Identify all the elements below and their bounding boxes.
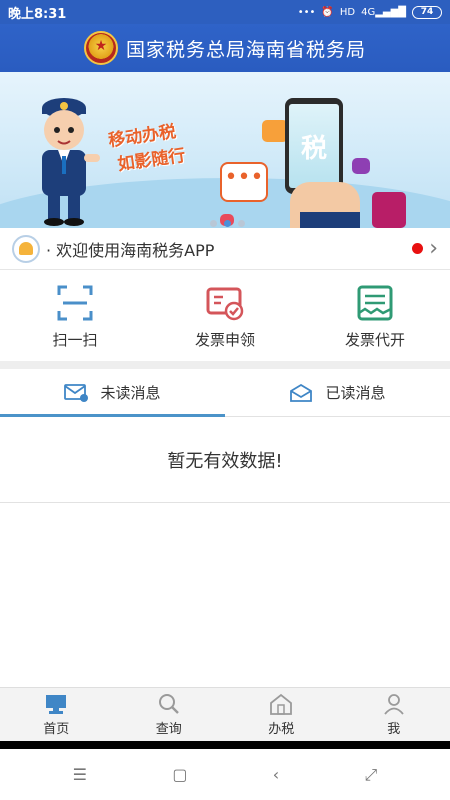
recent-apps-icon[interactable]: ⤢ [365,765,378,785]
tab-unread-label: 未读消息 [100,384,161,402]
menu-icon[interactable]: ☰ [73,765,87,784]
sleeve-illustration [300,212,360,228]
search-icon [158,693,179,714]
national-emblem-icon [83,31,118,65]
carousel-dot[interactable] [210,220,217,227]
battery-icon: 74 [412,5,442,19]
system-nav-bar: ☰ ▢ ‹ ⤢ [0,749,450,800]
nav-home-label: 首页 [43,721,70,737]
home-button-icon[interactable]: ▢ [172,765,187,784]
app-header: 国家税务总局海南省税务局 [0,24,450,72]
message-tabs: 未读消息 已读消息 [0,369,450,417]
tax-officer-illustration [42,98,100,226]
invoice-apply-button[interactable]: 发票申领 [155,283,295,350]
tab-unread-messages[interactable]: 未读消息 [0,369,225,417]
phone-screen-icon [372,192,406,228]
carousel-indicator [210,220,245,227]
tab-read-label: 已读消息 [325,384,386,402]
nav-me-label: 我 [387,721,401,737]
chat-bubble-icon: ••• [220,162,268,202]
nav-item-tax[interactable]: 办税 [225,688,338,741]
empty-state-message: 暂无有效数据! [0,417,450,503]
carousel-dot[interactable] [238,220,245,227]
invoice-apply-icon [206,287,244,320]
tax-office-icon [270,693,293,715]
status-icons: ••• ⏰ HD 4G▂▄▆█ 74 [297,5,442,19]
nav-query-label: 查询 [155,721,182,737]
nav-item-home[interactable]: 首页 [0,688,113,741]
user-icon [384,693,404,715]
notice-bar[interactable]: · 欢迎使用海南税务APP › [0,228,450,270]
signal-icon: 4G▂▄▆█ [361,6,406,18]
scan-button[interactable]: 扫一扫 [5,283,145,350]
notice-text: · 欢迎使用海南税务APP [46,240,215,260]
screen-edge [0,741,450,749]
unread-mail-icon [64,383,89,402]
alarm-icon: ⏰ [321,6,334,18]
invoice-issue-icon [357,285,393,320]
status-time: 晚上8:31 [8,6,67,22]
section-divider [0,361,450,369]
scan-label: 扫一扫 [52,330,98,349]
bell-icon [12,234,40,263]
status-bar: 晚上8:31 ••• ⏰ HD 4G▂▄▆█ 74 [0,0,450,24]
nav-tax-label: 办税 [268,721,295,737]
bottom-nav: 首页 查询 办税 我 [0,687,450,741]
chevron-right-icon[interactable]: › [429,237,438,260]
read-mail-icon [290,383,313,402]
carousel-dot-active[interactable] [224,220,231,227]
hd-icon: HD [339,6,356,18]
banner-carousel[interactable]: 移动办税 如影随行 ••• 税 [0,72,450,228]
phone-illustration: 税 [285,98,343,194]
home-screen-icon [46,694,67,714]
unread-dot-icon [412,243,424,254]
banner-slogan: 移动办税 如影随行 [107,121,187,176]
invoice-apply-label: 发票申领 [194,330,255,349]
scan-icon [57,285,93,320]
quick-actions: 扫一扫 发票申领 发票代开 [0,271,450,361]
tab-read-messages[interactable]: 已读消息 [225,369,450,416]
nav-item-me[interactable]: 我 [338,688,450,741]
back-icon[interactable]: ‹ [273,765,279,784]
nav-item-query[interactable]: 查询 [113,688,226,741]
card-icon [352,158,370,174]
invoice-issue-button[interactable]: 发票代开 [305,283,445,350]
page-title: 国家税务总局海南省税务局 [125,38,366,61]
invoice-issue-label: 发票代开 [344,330,405,349]
more-dots-icon: ••• [297,6,316,18]
